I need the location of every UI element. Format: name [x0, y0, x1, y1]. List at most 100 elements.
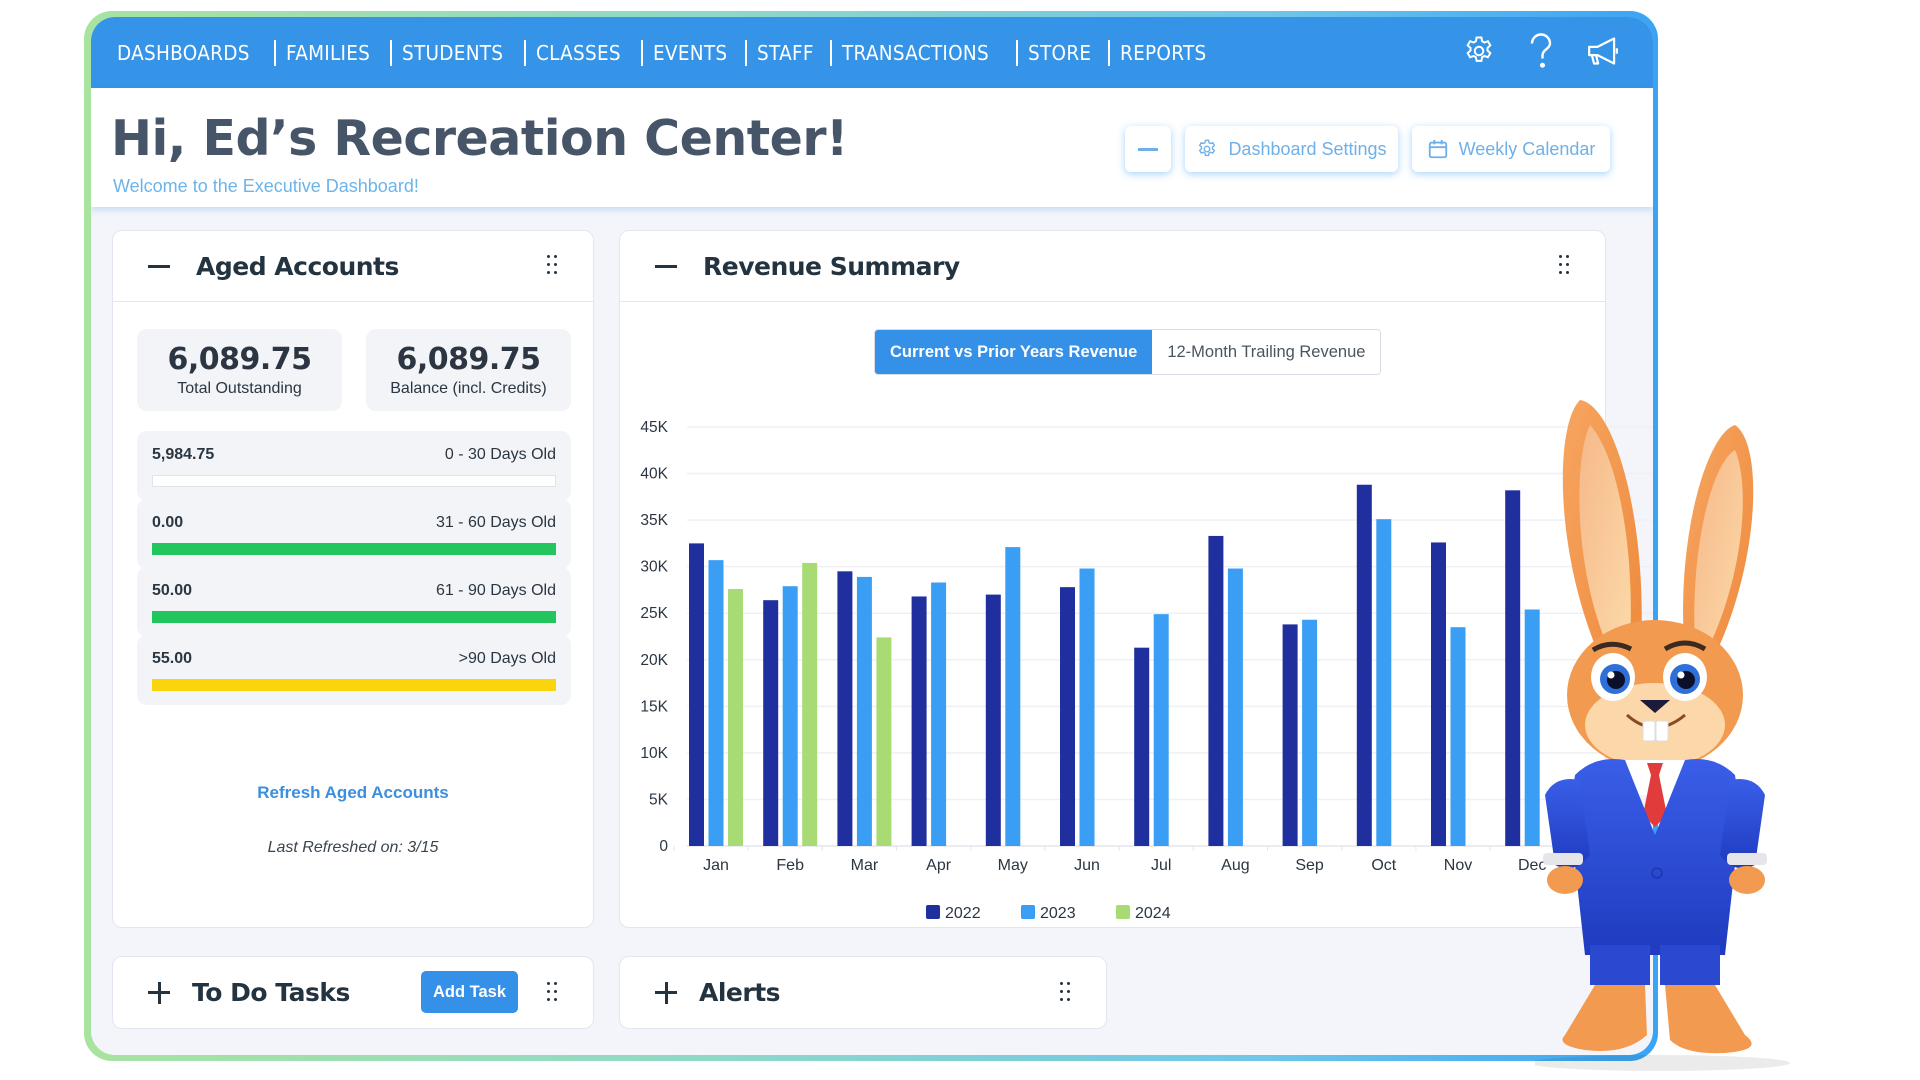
aged-accounts-panel: Aged Accounts 6,089.75 Total Outstanding… [112, 230, 594, 928]
nav-item-students[interactable]: STUDENTS [402, 41, 503, 65]
bucket-label: 0 - 30 Days Old [444, 446, 556, 463]
drag-handle-icon[interactable] [1060, 982, 1072, 1004]
x-tick-label: Aug [1221, 857, 1249, 874]
aging-bucket: 50.00 61 - 90 Days Old [137, 567, 571, 637]
bar-2023-aug [1227, 568, 1243, 846]
legend-swatch-2024 [1116, 905, 1130, 919]
collapse-icon[interactable] [655, 264, 677, 268]
x-tick-label: Jun [1074, 857, 1100, 874]
last-refreshed-text: Last Refreshed on: 3/15 [267, 839, 439, 856]
bar-2023-jun [1079, 568, 1095, 846]
y-tick-label: 45K [640, 419, 668, 436]
total-outstanding-label: Total Outstanding [177, 380, 302, 397]
x-tick-label: Apr [926, 857, 952, 874]
weekly-calendar-label: Weekly Calendar [1458, 138, 1596, 159]
nav-icon-group [1459, 31, 1623, 71]
x-tick-label: Sep [1295, 857, 1324, 874]
revenue-view-toggle: Current vs Prior Years Revenue 12-Month … [874, 329, 1382, 375]
todo-tasks-panel: To Do Tasks Add Task [112, 956, 594, 1029]
bar-2022-apr [911, 596, 927, 846]
alerts-panel: Alerts [619, 956, 1107, 1029]
nav-menu: DASHBOARDS FAMILIES STUDENTS CLASSES EVENTS S… [117, 39, 1216, 66]
nav-separator [745, 39, 748, 66]
nav-separator [640, 39, 643, 66]
y-tick-label: 15K [640, 698, 668, 715]
nav-item-events[interactable]: EVENTS [653, 41, 727, 65]
bar-2022-oct [1356, 484, 1372, 846]
bucket-progress-bar [152, 611, 556, 623]
drag-handle-icon[interactable] [1559, 255, 1571, 277]
collapse-icon[interactable] [148, 264, 170, 268]
legend-swatch-2022 [926, 905, 940, 919]
bucket-label: >90 Days Old [458, 650, 556, 667]
help-icon[interactable] [1521, 31, 1561, 71]
bar-2023-sep [1302, 619, 1318, 846]
x-tick-label: Jul [1151, 857, 1171, 874]
expand-icon[interactable] [148, 981, 170, 1004]
nav-item-dashboards[interactable]: DASHBOARDS [117, 41, 250, 65]
y-tick-label: 40K [640, 466, 668, 483]
gear-icon [1199, 139, 1216, 157]
x-tick-label: Oct [1371, 857, 1396, 874]
x-tick-label: Jan [703, 857, 729, 874]
nav-item-families[interactable]: FAMILIES [286, 41, 370, 65]
collapse-all-button[interactable] [1125, 126, 1171, 172]
bar-2023-jul [1153, 614, 1169, 846]
bar-2023-jan [708, 560, 724, 846]
y-tick-label: 5K [649, 791, 669, 808]
total-outstanding-value: 6,089.75 [167, 342, 312, 377]
bucket-progress-fill [152, 543, 556, 555]
page-title: Hi, Ed’s Recreation Center! [111, 110, 848, 167]
bar-2023-oct [1376, 519, 1392, 846]
bucket-amount: 55.00 [152, 650, 193, 667]
tab-current-vs-prior[interactable]: Current vs Prior Years Revenue [875, 330, 1153, 374]
megaphone-icon[interactable] [1583, 31, 1623, 71]
bar-2023-nov [1450, 627, 1466, 846]
legend-label: 2024 [1135, 905, 1171, 922]
bar-2022-jan [689, 543, 704, 846]
tab-12-month-trailing[interactable]: 12-Month Trailing Revenue [1152, 330, 1381, 374]
bucket-progress-fill [152, 679, 556, 691]
panel-title: Alerts [699, 978, 781, 1007]
balance-value: 6,089.75 [396, 342, 541, 377]
expand-icon[interactable] [655, 981, 677, 1004]
weekly-calendar-button[interactable]: Weekly Calendar [1412, 126, 1610, 172]
bar-2022-may [985, 594, 1001, 846]
bar-2023-mar [856, 576, 872, 846]
panel-title: Aged Accounts [196, 251, 399, 281]
bucket-label: 61 - 90 Days Old [435, 582, 556, 599]
x-tick-label: Feb [776, 857, 804, 874]
bucket-amount: 0.00 [152, 514, 184, 531]
bar-2023-feb [782, 586, 798, 846]
aging-bucket: 0.00 31 - 60 Days Old [137, 499, 571, 569]
top-navigation: DASHBOARDS FAMILIES STUDENTS CLASSES EVENTS S… [91, 17, 1653, 88]
bar-2022-jun [1060, 587, 1075, 846]
dashboard-settings-button[interactable]: Dashboard Settings [1185, 126, 1398, 172]
drag-handle-icon[interactable] [547, 255, 559, 277]
nav-item-staff[interactable]: STAFF [757, 41, 814, 65]
legend-label: 2023 [1040, 905, 1076, 922]
nav-item-store[interactable]: STORE [1028, 41, 1091, 65]
bucket-amount: 5,984.75 [152, 446, 215, 463]
bucket-progress-bar [152, 543, 556, 555]
y-tick-label: 20K [640, 652, 668, 669]
refresh-aged-accounts-link[interactable]: Refresh Aged Accounts [113, 783, 593, 803]
dashboard-frame: DASHBOARDS FAMILIES STUDENTS CLASSES EVENTS S… [84, 11, 1658, 1061]
total-outstanding-card: 6,089.75 Total Outstanding [137, 329, 342, 411]
x-tick-label: Mar [851, 857, 879, 874]
gear-icon[interactable] [1459, 31, 1499, 71]
nav-item-reports[interactable]: REPORTS [1120, 41, 1206, 65]
bar-2024-feb [802, 562, 818, 846]
nav-item-transactions[interactable]: TRANSACTIONS [842, 41, 989, 65]
todo-tasks-header: To Do Tasks Add Task [113, 957, 593, 1028]
add-task-button[interactable]: Add Task [421, 971, 518, 1013]
nav-item-classes[interactable]: CLASSES [536, 41, 621, 65]
nav-separator [389, 39, 392, 66]
y-tick-label: 35K [640, 512, 668, 529]
panel-title: To Do Tasks [192, 978, 350, 1007]
revenue-summary-panel: Revenue Summary Current vs Prior Years R… [619, 230, 1653, 928]
bucket-label: 31 - 60 Days Old [435, 514, 556, 531]
balance-card: 6,089.75 Balance (incl. Credits) [366, 329, 571, 411]
bucket-progress-bar [152, 475, 556, 487]
drag-handle-icon[interactable] [547, 982, 559, 1004]
